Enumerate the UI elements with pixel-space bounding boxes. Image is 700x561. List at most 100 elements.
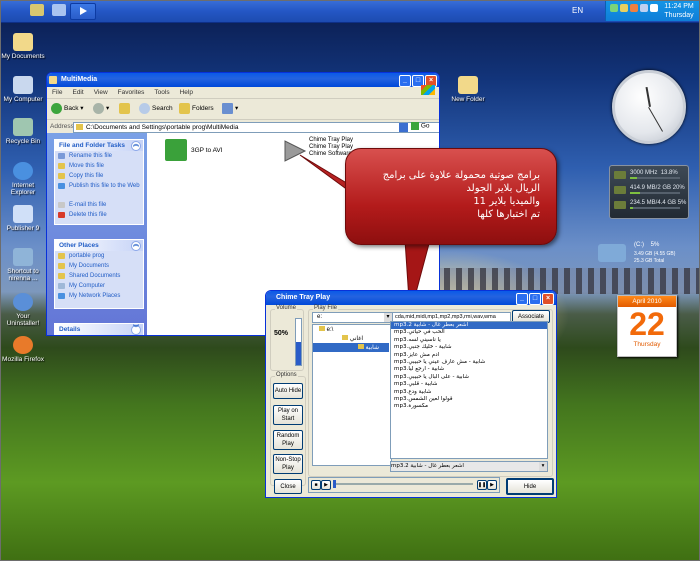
list-item[interactable]: شابية ودع.mp3: [391, 389, 547, 396]
task-email[interactable]: E-mail this file: [55, 200, 143, 210]
seek-thumb[interactable]: [333, 480, 336, 488]
taskbar: EN 11:24 PM Thursday: [0, 0, 700, 23]
list-item[interactable]: ادم مش عايز.mp3: [391, 352, 547, 359]
task-rename[interactable]: Rename this file: [55, 151, 143, 161]
place-my-documents[interactable]: My Documents: [55, 261, 143, 271]
drive-gadget[interactable]: (C:) 5% 3.49 GB (4.55 GB) 25.3 GB Total: [598, 240, 688, 270]
forward-button[interactable]: ▾: [93, 103, 109, 115]
expand-chevron-icon[interactable]: ︾: [131, 325, 141, 335]
close-app-button[interactable]: Close: [274, 479, 302, 494]
list-item[interactable]: الحب في حياتي.mp3: [391, 329, 547, 336]
list-item[interactable]: شابية - مش عارف عيني يا حبيبي.mp3: [391, 359, 547, 366]
menu-favorites[interactable]: Favorites: [113, 87, 150, 96]
hide-button[interactable]: Hide: [506, 478, 554, 495]
task-move[interactable]: Move this file: [55, 161, 143, 171]
desktop-icon-publisher[interactable]: Publisher 9: [0, 205, 46, 232]
desktop-icon-my-computer[interactable]: My Computer: [0, 76, 46, 103]
desktop-icon-my-documents[interactable]: My Documents: [0, 33, 46, 60]
views-button[interactable]: ▾: [222, 103, 238, 115]
maximize-button[interactable]: □: [529, 293, 541, 305]
taskbar-window-button[interactable]: [70, 3, 96, 20]
list-item[interactable]: شابية - على البال يا حبيبي.mp3: [391, 374, 547, 381]
desktop-icon-internet-explorer[interactable]: Internet Explorer: [0, 162, 46, 196]
language-indicator[interactable]: EN: [572, 6, 583, 15]
folders-button[interactable]: Folders: [179, 103, 214, 115]
taskbar-clock[interactable]: 11:24 PM Thursday: [660, 2, 698, 20]
desktop-icon-new-folder[interactable]: New Folder: [445, 76, 491, 103]
calendar-day: 22: [629, 306, 665, 342]
list-item[interactable]: اشعر بعطر غال - شابية 2.mp3: [391, 322, 547, 330]
volume-slider[interactable]: [295, 318, 302, 366]
list-item[interactable]: يا ناسيني لسه.mp3: [391, 337, 547, 344]
go-button[interactable]: Go: [411, 122, 429, 130]
places-header[interactable]: Other Places ︽: [55, 240, 143, 251]
quicklaunch-explorer-icon[interactable]: [52, 4, 66, 16]
task-publish[interactable]: Publish this file to the Web: [55, 181, 143, 200]
address-dropdown-icon[interactable]: [399, 123, 408, 132]
nonstop-play-button[interactable]: Non-Stop Play: [273, 454, 303, 474]
file-item[interactable]: 3GP to AVI: [165, 139, 255, 163]
minimize-button[interactable]: _: [399, 75, 411, 87]
place-network[interactable]: My Network Places: [55, 291, 143, 301]
quicklaunch-folder-icon[interactable]: [30, 4, 44, 16]
menu-view[interactable]: View: [89, 87, 113, 96]
menu-file[interactable]: File: [47, 87, 67, 96]
list-item[interactable]: شابية - خليك جنبي.mp3: [391, 344, 547, 351]
transport-bar: ■ ▶ ❚❚ ▶: [308, 477, 500, 493]
auto-hide-button[interactable]: Auto Hide: [273, 383, 303, 399]
clock-gadget[interactable]: [612, 70, 686, 144]
tree-item[interactable]: اغاني: [313, 334, 373, 343]
close-button[interactable]: ×: [542, 293, 554, 305]
pause-button[interactable]: ❚❚: [477, 480, 487, 490]
tree-item[interactable]: e:\: [313, 325, 391, 334]
list-item[interactable]: شابية - قلبي.mp3: [391, 381, 547, 388]
calendar-gadget[interactable]: April 2010 22 Thursday: [617, 295, 677, 357]
minimize-button[interactable]: _: [516, 293, 528, 305]
task-delete[interactable]: Delete this file: [55, 210, 143, 220]
drive-select[interactable]: e: ▾: [312, 312, 393, 323]
seek-track[interactable]: [333, 480, 473, 488]
other-places: Other Places ︽ portable prog My Documents…: [54, 239, 144, 309]
details-header[interactable]: Details ︾: [55, 324, 143, 335]
play-on-start-button[interactable]: Play on Start: [273, 405, 303, 425]
list-item[interactable]: مكسورة.mp3: [391, 403, 547, 410]
menu-edit[interactable]: Edit: [67, 87, 88, 96]
chime-titlebar[interactable]: Chime Tray Play _ □ ×: [266, 291, 556, 305]
now-playing-field[interactable]: اشعر بعطر غال - شابية 2.mp3 ▾: [390, 461, 548, 472]
collapse-chevron-icon[interactable]: ︽: [131, 241, 141, 251]
desktop-icon-recycle-bin[interactable]: Recycle Bin: [0, 118, 46, 145]
back-button[interactable]: Back ▾: [51, 103, 84, 115]
desktop-icon-uninstaller[interactable]: Your Uninstaller!: [0, 293, 46, 327]
ie-icon: [13, 162, 33, 180]
up-button[interactable]: [119, 103, 132, 115]
tray-app-icon[interactable]: [640, 4, 648, 12]
random-play-button[interactable]: Random Play: [273, 430, 303, 450]
address-input[interactable]: C:\Documents and Settings\portable prog\…: [73, 122, 439, 133]
menu-help[interactable]: Help: [175, 87, 198, 96]
collapse-chevron-icon[interactable]: ︽: [131, 141, 141, 151]
place-portable-prog[interactable]: portable prog: [55, 251, 143, 261]
list-item[interactable]: قولوا لعين الشمس.mp3: [391, 396, 547, 403]
song-list: اشعر بعطر غال - شابية 2.mp3 الحب في حيات…: [390, 321, 548, 459]
tree-item-selected[interactable]: شابية: [313, 343, 389, 352]
search-button[interactable]: Search: [139, 103, 173, 115]
next-button[interactable]: ▶: [487, 480, 497, 490]
place-my-computer[interactable]: My Computer: [55, 281, 143, 291]
menu-tools[interactable]: Tools: [149, 87, 174, 96]
play-button[interactable]: ▶: [321, 480, 331, 490]
place-shared-documents[interactable]: Shared Documents: [55, 271, 143, 281]
tasks-header[interactable]: File and Folder Tasks ︽: [55, 140, 143, 151]
place-label: portable prog: [69, 253, 105, 259]
tray-network-icon[interactable]: [610, 4, 618, 12]
explorer-titlebar[interactable]: MultiMedia _ □ ×: [47, 73, 439, 87]
cpu-meter-gadget[interactable]: 3000 MHz 13.8% 414.9 MB/2 GB 20% 234.5 M…: [609, 165, 689, 219]
desktop-icon-shortcut[interactable]: Shortcut to nirenna ...: [0, 248, 46, 282]
desktop-icon-firefox[interactable]: Mozilla Firefox: [0, 336, 46, 363]
place-label: My Network Places: [69, 293, 121, 299]
tray-speaker-icon[interactable]: [620, 4, 628, 12]
tray-shield-icon[interactable]: [630, 4, 638, 12]
task-copy[interactable]: Copy this file: [55, 171, 143, 181]
stop-button[interactable]: ■: [311, 480, 321, 490]
list-item[interactable]: شابية - ارجع ليا.mp3: [391, 366, 547, 373]
tray-monitor-icon[interactable]: [650, 4, 658, 12]
